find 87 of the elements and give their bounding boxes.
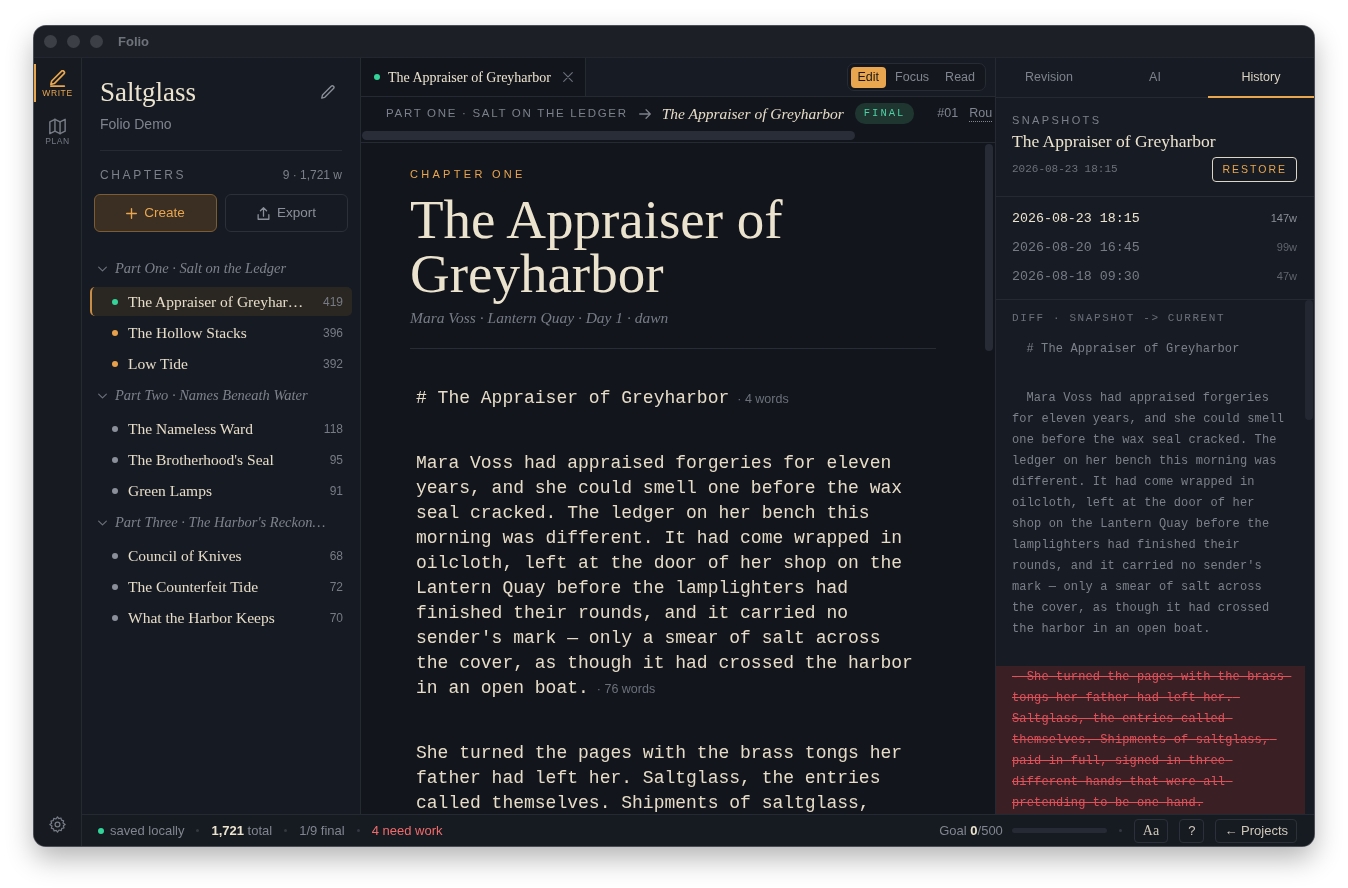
- word-count: 72: [329, 578, 343, 596]
- word-count: 91: [329, 482, 343, 500]
- settings-icon[interactable]: [49, 816, 66, 833]
- toolbar-button[interactable]: ← Projects: [1215, 818, 1297, 843]
- panel-tab[interactable]: AI: [1102, 58, 1208, 98]
- chapter-count: 9 · 1,721 w: [282, 167, 342, 184]
- export-button[interactable]: Export: [225, 194, 348, 232]
- word-count: 118: [323, 420, 343, 438]
- chapter-label: CHAPTER ONE: [410, 167, 527, 181]
- scrollbar-thumb[interactable]: [362, 131, 855, 140]
- part-header[interactable]: Part Three · The Harbor's Reckon…: [90, 507, 352, 539]
- pencil-icon: [49, 70, 66, 87]
- chapter-item[interactable]: The Hollow Stacks 396: [90, 318, 352, 347]
- snapshot-item[interactable]: 2026-08-18 09:30 47w: [1012, 262, 1297, 291]
- total-words: 1,721 total: [211, 821, 273, 840]
- word-count: 70: [329, 609, 343, 627]
- toolbar-button[interactable]: Aa: [1133, 818, 1169, 843]
- status-dot-icon: [98, 827, 104, 834]
- chapter-item[interactable]: The Appraiser of Greyhar… 419: [90, 287, 352, 316]
- chevron-icon: [98, 266, 107, 272]
- word-count: 95: [329, 451, 343, 469]
- manuscript-paragraph: Mara Voss had appraised forgeries for eleven years, and she could smell one before the wax seal cracked. The ledger on her bench this morning was different. It had come wrapped in oilcloth, left at the door of her shop on the Lantern Quay before the lamplighters had finished their rounds, and it carried no sender's mark — only a smear of salt across the cover, as though it had crossed the harbor in an open boat. · 76 words: [416, 452, 914, 700]
- mode-button[interactable]: Edit: [850, 66, 887, 88]
- chapter-item[interactable]: Council of Knives 68: [90, 541, 352, 570]
- removed-text: - She turned the pages with the brass tongs her father had left her. Saltglass, the entries called themselves. Shipments of saltglass, paid in full, signed in three different hands that were all pretending to be one hand.: [996, 666, 1305, 814]
- snapshot-title: The Appraiser of Greyharbor: [1012, 130, 1217, 152]
- save-status: saved locally: [110, 821, 185, 840]
- word-count: 396: [322, 324, 343, 342]
- word-count: 99w: [1276, 240, 1297, 256]
- chapter-item[interactable]: What the Harbor Keeps 70: [90, 603, 352, 632]
- toolbar-button[interactable]: ?: [1179, 818, 1205, 843]
- chapter-name: The Appraiser of Greyharbor: [661, 103, 844, 124]
- final-count: 1/9 final: [299, 821, 345, 840]
- map-icon: [49, 118, 66, 135]
- part-header[interactable]: Part Two · Names Beneath Water: [90, 380, 352, 412]
- manuscript-paragraph: She turned the pages with the brass tongs her father had left her. Saltglass, the entries called themselves. Shipments of saltglass,: [416, 742, 904, 814]
- word-count: 392: [322, 355, 343, 373]
- activity-tab[interactable]: WRITE: [34, 64, 81, 102]
- chapter-item[interactable]: The Counterfeit Tide 72: [90, 572, 352, 601]
- window-control-button[interactable]: [90, 35, 103, 48]
- chevron-icon: [98, 520, 107, 526]
- link[interactable]: Rou: [969, 105, 993, 122]
- panel-tab[interactable]: Revision: [996, 58, 1102, 98]
- snapshot-time: 2026-08-23 18:15: [1012, 162, 1118, 178]
- part-label: PART ONE · SALT ON THE LEDGER: [386, 105, 628, 121]
- chapter-item[interactable]: Green Lamps 91: [90, 476, 352, 505]
- window-title: Folio: [118, 32, 150, 51]
- snapshot-item[interactable]: 2026-08-20 16:45 99w: [1012, 233, 1297, 262]
- upload-icon: [257, 206, 270, 220]
- edit-icon[interactable]: [321, 85, 335, 99]
- chapter-item[interactable]: The Brotherhood's Seal 95: [90, 445, 352, 474]
- chapter-item[interactable]: Low Tide 392: [90, 349, 352, 378]
- diff-label: DIFF · SNAPSHOT -> CURRENT: [1011, 311, 1227, 325]
- word-count: 47w: [1276, 269, 1297, 285]
- mode-button[interactable]: Focus: [888, 66, 937, 88]
- create-button[interactable]: Create: [94, 194, 217, 232]
- manuscript-paragraph: # The Appraiser of Greyharbor · 4 words: [416, 387, 790, 410]
- status-badge: FINAL: [854, 102, 915, 125]
- window-control-button[interactable]: [44, 35, 57, 48]
- need-work-count: 4 need work: [371, 821, 443, 840]
- panel-tab[interactable]: History: [1208, 58, 1314, 98]
- word-count: 419: [322, 293, 343, 311]
- scrollbar-thumb[interactable]: [1305, 300, 1313, 420]
- section-label: CHAPTERS: [100, 167, 187, 184]
- chapter-number: #01: [937, 105, 959, 123]
- chapter-item[interactable]: The Nameless Ward 118: [90, 414, 352, 443]
- project-subtitle: Folio Demo: [100, 115, 173, 134]
- project-title: Saltglass: [100, 76, 196, 108]
- section-label: SNAPSHOTS: [1012, 113, 1103, 127]
- word-goal: Goal 0/500: [939, 821, 1003, 840]
- scrollbar-thumb[interactable]: [985, 144, 993, 351]
- editor-tab[interactable]: The Appraiser of Greyharbor: [361, 58, 586, 96]
- diff-text: Mara Voss had appraised forgeries for eleven years, and she could smell one before the wax seal cracked. The ledger on her bench this morning was different. It had come wrapped in oilcloth, left at the door of her shop on the Lantern Quay before the lamplighters had finished their rounds, and it carried no sender's mark — only a smear of salt across the cover, as though it had crossed the harbor in an open boat.: [1011, 390, 1285, 638]
- plus-icon: [126, 207, 138, 219]
- close-icon[interactable]: [563, 72, 573, 82]
- part-header[interactable]: Part One · Salt on the Ledger: [90, 253, 352, 285]
- diff-text: # The Appraiser of Greyharbor: [1025, 341, 1241, 358]
- word-count: 68: [329, 547, 343, 565]
- snapshot-item[interactable]: 2026-08-23 18:15 147w: [1012, 204, 1297, 233]
- mode-button[interactable]: Read: [938, 66, 982, 88]
- chevron-icon: [98, 393, 107, 399]
- window-control-button[interactable]: [67, 35, 80, 48]
- chapter-meta: Mara Voss · Lantern Quay · Day 1 · dawn: [410, 308, 670, 328]
- restore-button[interactable]: RESTORE: [1212, 157, 1297, 182]
- activity-tab[interactable]: PLAN: [34, 112, 81, 150]
- arrow-icon: [638, 108, 651, 119]
- word-count: 147w: [1270, 211, 1297, 227]
